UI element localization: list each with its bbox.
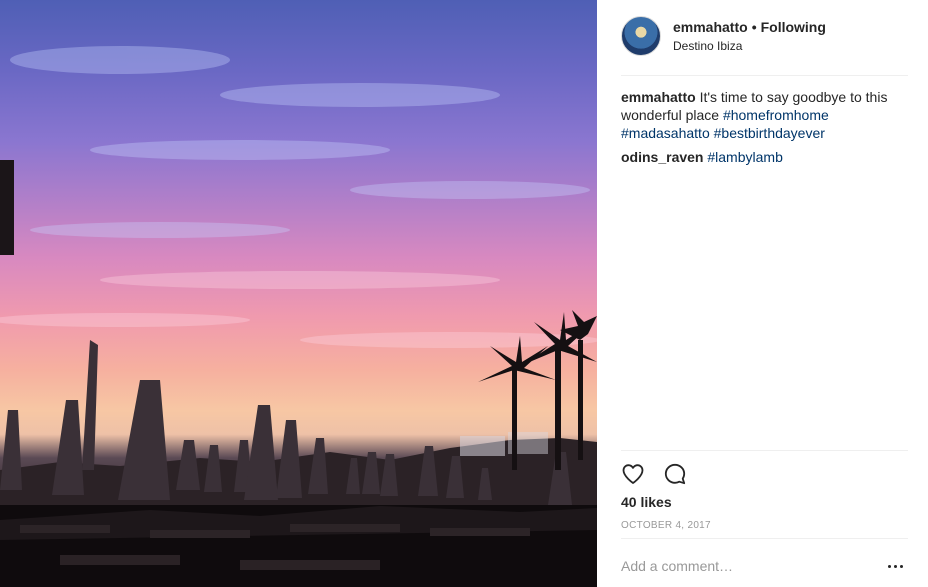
hashtag-link[interactable]: #bestbirthdayever [714, 125, 825, 141]
caption-comment: emmahatto It's time to say goodbye to th… [621, 88, 911, 142]
hashtag-link[interactable]: #homefromhome [723, 107, 829, 123]
follow-status-button[interactable]: Following [761, 19, 826, 35]
header-username[interactable]: emmahatto [673, 19, 748, 35]
more-options-icon[interactable] [884, 556, 906, 576]
comment-username[interactable]: emmahatto [621, 89, 696, 105]
hashtag-link[interactable]: #madasahatto [621, 125, 710, 141]
post-details-panel: emmahatto • Following Destino Ibiza emmaha… [597, 0, 928, 587]
header-user-line: emmahatto • Following [673, 19, 826, 35]
sunset-silhouette-graphic [0, 46, 597, 587]
post-date[interactable]: OCTOBER 4, 2017 [621, 520, 711, 531]
action-bar [619, 460, 689, 488]
dot [899, 564, 903, 568]
comment-item: odins_raven #lambylamb [621, 148, 911, 166]
divider [621, 75, 908, 76]
separator-dot: • [751, 19, 757, 35]
divider [621, 450, 908, 451]
likes-count[interactable]: 40 likes [621, 494, 672, 510]
comment-username[interactable]: odins_raven [621, 149, 703, 165]
comment-input[interactable] [621, 555, 871, 577]
speech-bubble-icon[interactable] [661, 460, 689, 488]
dot [893, 564, 897, 568]
divider [621, 538, 908, 539]
location-link[interactable]: Destino Ibiza [673, 39, 742, 53]
dot [887, 564, 891, 568]
hashtag-link[interactable]: #lambylamb [707, 149, 782, 165]
post-photo[interactable] [0, 0, 597, 587]
heart-icon[interactable] [619, 460, 647, 488]
comments-list: emmahatto It's time to say goodbye to th… [621, 88, 911, 172]
post-header: emmahatto • Following Destino Ibiza [597, 0, 928, 76]
avatar[interactable] [621, 16, 661, 56]
